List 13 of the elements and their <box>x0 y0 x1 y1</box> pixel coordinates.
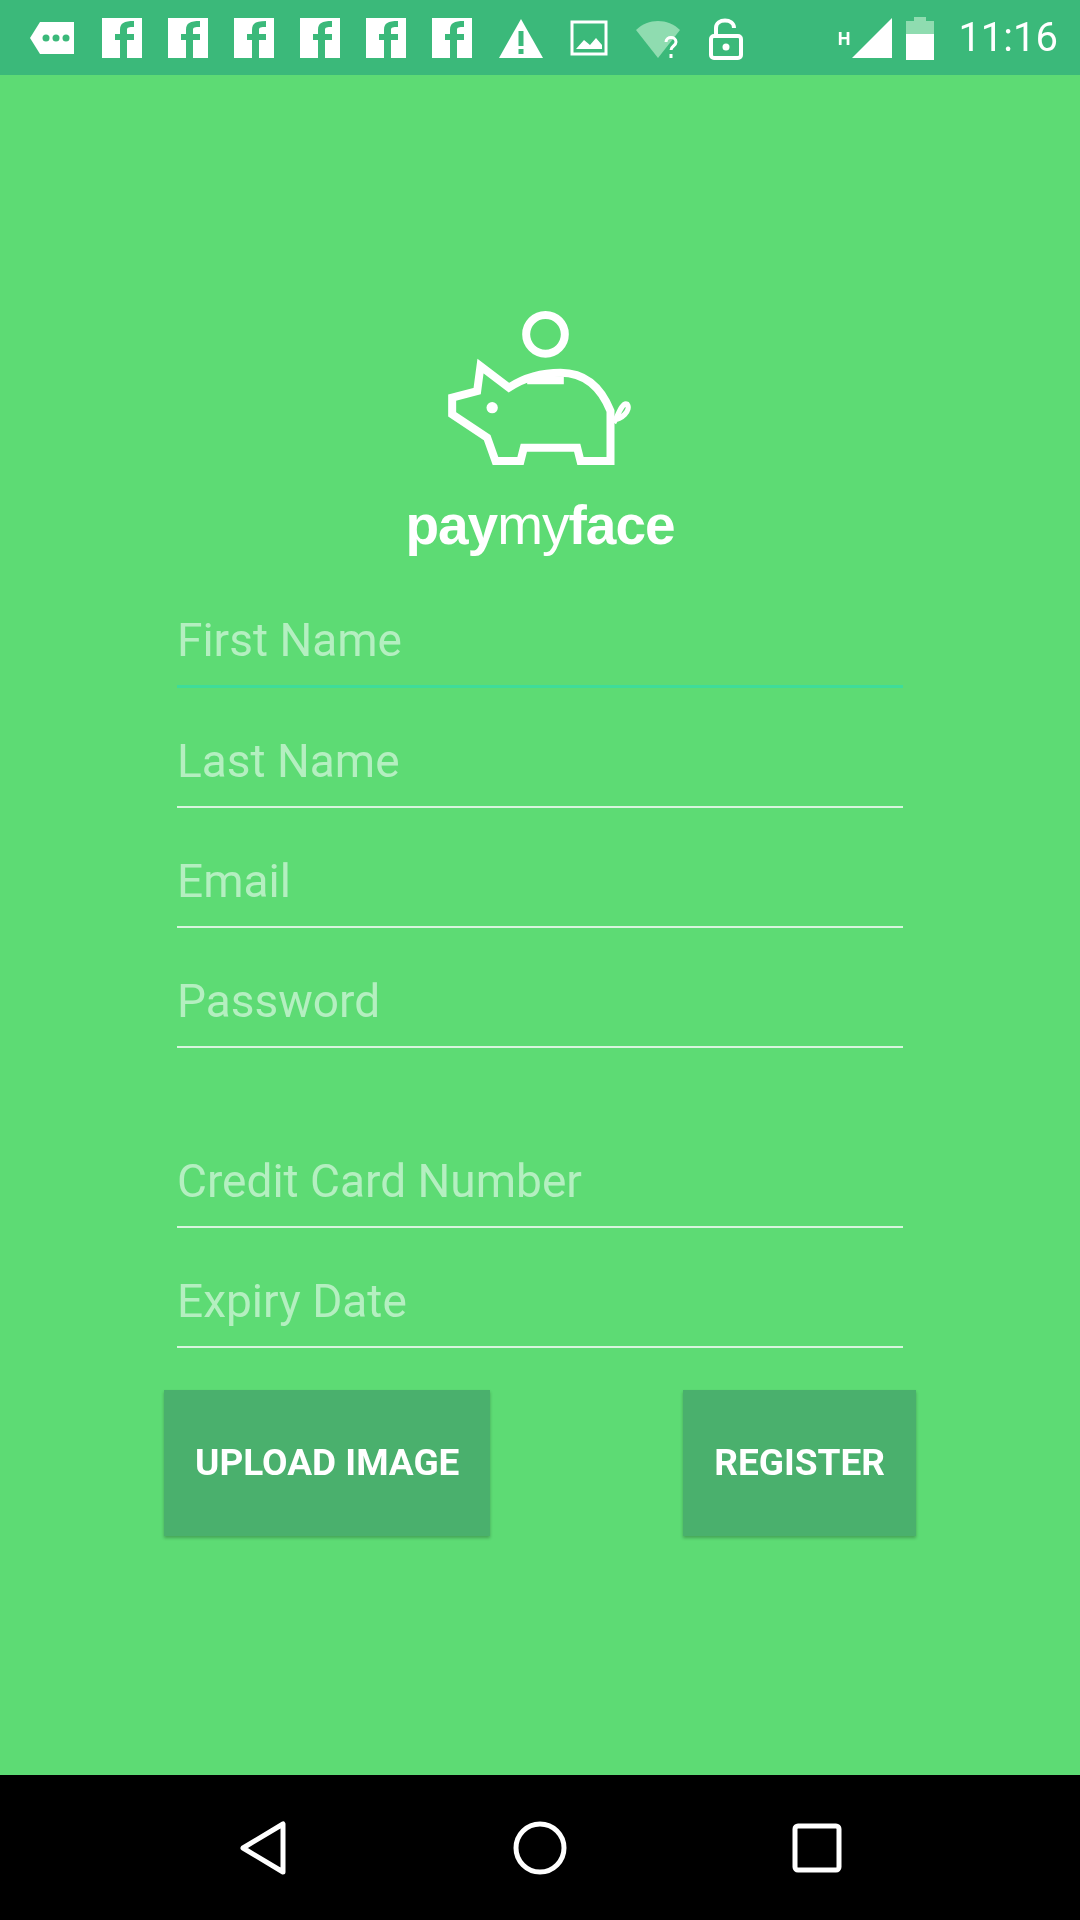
app-wordmark: paymyface <box>405 495 675 556</box>
facebook-icon <box>168 15 208 60</box>
upload-image-button[interactable]: UPLOAD IMAGE <box>164 1389 491 1536</box>
clock-time: 11:16 <box>958 14 1058 61</box>
facebook-icon <box>300 15 340 60</box>
register-button[interactable]: REGISTER <box>683 1389 916 1536</box>
network-type-label: H <box>837 28 851 49</box>
facebook-icon <box>102 15 142 60</box>
facebook-icon <box>432 15 472 60</box>
input-field[interactable]: First Name <box>177 567 903 688</box>
facebook-icon <box>366 15 406 60</box>
battery-icon <box>906 15 935 60</box>
facebook-icon <box>234 15 274 60</box>
